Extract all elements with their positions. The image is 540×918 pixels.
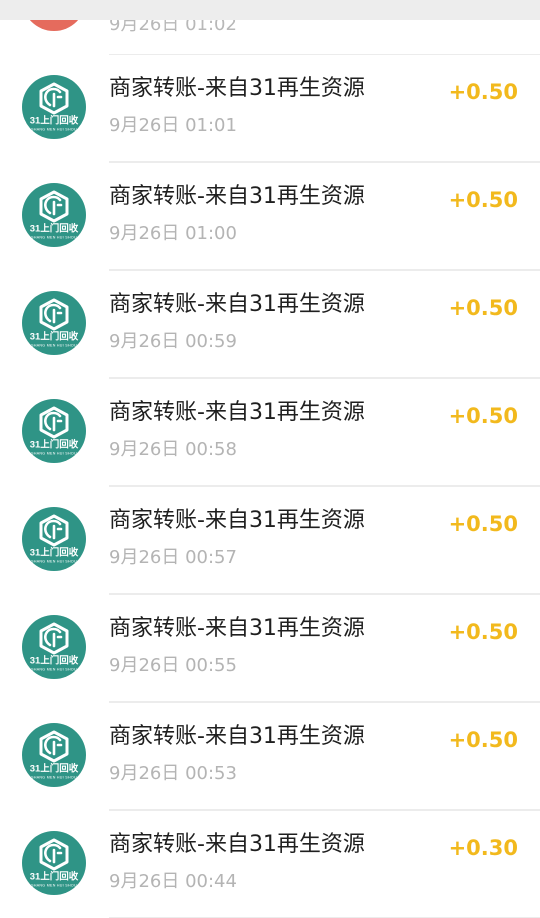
transaction-amount: +0.50 <box>448 512 518 536</box>
avatar-sub-text: SHANG MEN HUI SHOU <box>31 776 77 780</box>
avatar-sub-text: SHANG MEN HUI SHOU <box>31 128 77 132</box>
merchant-avatar: 31上门回收 SHANG MEN HUI SHOU <box>22 507 86 571</box>
transaction-list-screen: 9月26日 01:02 31上门回收 SHANG MEN HUI SHOU 商家… <box>0 0 540 918</box>
transaction-time: 9月26日 00:59 <box>109 331 237 352</box>
transaction-title: 商家转账-来自31再生资源 <box>109 616 365 641</box>
transaction-amount: +0.50 <box>448 80 518 104</box>
transaction-row[interactable]: 31上门回收 SHANG MEN HUI SHOU 商家转账-来自31再生资源 … <box>0 54 540 162</box>
merchant-avatar: 31上门回收 SHANG MEN HUI SHOU <box>22 615 86 679</box>
avatar-brand-text: 31上门回收 <box>30 655 79 667</box>
transaction-time: 9月26日 00:53 <box>109 763 237 784</box>
transaction-time: 9月26日 01:00 <box>109 223 237 244</box>
recycling-logo-icon: 31上门回收 SHANG MEN HUI SHOU <box>30 82 79 132</box>
merchant-avatar: 31上门回收 SHANG MEN HUI SHOU <box>22 183 86 247</box>
avatar-brand-text: 31上门回收 <box>30 871 79 883</box>
merchant-avatar: 31上门回收 SHANG MEN HUI SHOU <box>22 75 86 139</box>
transaction-time: 9月26日 00:55 <box>109 655 237 676</box>
transaction-row[interactable]: 31上门回收 SHANG MEN HUI SHOU 商家转账-来自31再生资源 … <box>0 810 540 918</box>
recycling-logo-icon: 31上门回收 SHANG MEN HUI SHOU <box>30 622 79 672</box>
avatar-sub-text: SHANG MEN HUI SHOU <box>31 560 77 564</box>
merchant-avatar: 31上门回收 SHANG MEN HUI SHOU <box>22 399 86 463</box>
transaction-title: 商家转账-来自31再生资源 <box>109 76 365 101</box>
avatar-brand-text: 31上门回收 <box>30 439 79 451</box>
transaction-time: 9月26日 00:57 <box>109 547 237 568</box>
recycling-logo-icon: 31上门回收 SHANG MEN HUI SHOU <box>30 514 79 564</box>
recycling-logo-icon: 31上门回收 SHANG MEN HUI SHOU <box>30 190 79 240</box>
avatar-brand-text: 31上门回收 <box>30 115 79 127</box>
avatar-sub-text: SHANG MEN HUI SHOU <box>31 236 77 240</box>
transaction-title: 商家转账-来自31再生资源 <box>109 508 365 533</box>
transaction-amount: +0.50 <box>448 404 518 428</box>
transaction-amount: +0.50 <box>448 728 518 752</box>
transaction-row[interactable]: 31上门回收 SHANG MEN HUI SHOU 商家转账-来自31再生资源 … <box>0 270 540 378</box>
avatar-brand-text: 31上门回收 <box>30 331 79 343</box>
merchant-avatar: 31上门回收 SHANG MEN HUI SHOU <box>22 291 86 355</box>
transaction-title: 商家转账-来自31再生资源 <box>109 832 365 857</box>
recycling-logo-icon: 31上门回收 SHANG MEN HUI SHOU <box>30 406 79 456</box>
transaction-title: 商家转账-来自31再生资源 <box>109 400 365 425</box>
avatar-sub-text: SHANG MEN HUI SHOU <box>31 452 77 456</box>
transaction-amount: +0.50 <box>448 296 518 320</box>
recycling-logo-icon: 31上门回收 SHANG MEN HUI SHOU <box>30 730 79 780</box>
recycling-logo-icon: 31上门回收 SHANG MEN HUI SHOU <box>30 838 79 888</box>
avatar-sub-text: SHANG MEN HUI SHOU <box>31 884 77 888</box>
transaction-row[interactable]: 31上门回收 SHANG MEN HUI SHOU 商家转账-来自31再生资源 … <box>0 378 540 486</box>
transaction-row[interactable]: 31上门回收 SHANG MEN HUI SHOU 商家转账-来自31再生资源 … <box>0 162 540 270</box>
avatar-brand-text: 31上门回收 <box>30 763 79 775</box>
avatar-brand-text: 31上门回收 <box>30 223 79 235</box>
transaction-time: 9月26日 00:44 <box>109 871 237 892</box>
transaction-amount: +0.30 <box>448 836 518 860</box>
transaction-list: 31上门回收 SHANG MEN HUI SHOU 商家转账-来自31再生资源 … <box>0 54 540 918</box>
transaction-title: 商家转账-来自31再生资源 <box>109 724 365 749</box>
transaction-row[interactable]: 31上门回收 SHANG MEN HUI SHOU 商家转账-来自31再生资源 … <box>0 486 540 594</box>
transaction-amount: +0.50 <box>448 620 518 644</box>
transaction-time: 9月26日 01:01 <box>109 115 237 136</box>
merchant-avatar: 31上门回收 SHANG MEN HUI SHOU <box>22 831 86 895</box>
avatar-sub-text: SHANG MEN HUI SHOU <box>31 344 77 348</box>
transaction-row[interactable]: 31上门回收 SHANG MEN HUI SHOU 商家转账-来自31再生资源 … <box>0 702 540 810</box>
top-header-strip <box>0 0 540 20</box>
transaction-title: 商家转账-来自31再生资源 <box>109 292 365 317</box>
avatar-brand-text: 31上门回收 <box>30 547 79 559</box>
merchant-avatar: 31上门回收 SHANG MEN HUI SHOU <box>22 723 86 787</box>
transaction-title: 商家转账-来自31再生资源 <box>109 184 365 209</box>
transaction-row[interactable]: 31上门回收 SHANG MEN HUI SHOU 商家转账-来自31再生资源 … <box>0 594 540 702</box>
avatar-sub-text: SHANG MEN HUI SHOU <box>31 668 77 672</box>
recycling-logo-icon: 31上门回收 SHANG MEN HUI SHOU <box>30 298 79 348</box>
transaction-amount: +0.50 <box>448 188 518 212</box>
transaction-time: 9月26日 00:58 <box>109 439 237 460</box>
